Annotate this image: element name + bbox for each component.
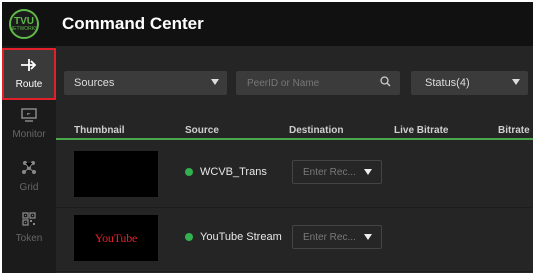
destination-placeholder: Enter Rec...: [303, 166, 356, 178]
source-name: WCVB_Trans: [200, 166, 267, 178]
token-icon: [22, 212, 36, 231]
sidebar-item-route[interactable]: Route: [2, 48, 56, 100]
sidebar-item-label: Route: [15, 79, 43, 90]
app-title: Command Center: [62, 14, 204, 33]
search-box: [236, 71, 400, 95]
sidebar-item-label: Grid: [19, 182, 39, 193]
column-header-source: Source: [185, 125, 219, 136]
table-header: Thumbnail Source Destination Live Bitrat…: [56, 120, 533, 140]
sidebar-item-grid[interactable]: Grid: [2, 150, 56, 202]
status-online-dot: [185, 233, 193, 241]
search-icon[interactable]: [380, 76, 391, 90]
chevron-down-icon: [364, 169, 372, 175]
sources-dropdown[interactable]: Sources: [64, 71, 227, 95]
tvu-logo: TVU NETWORKS: [9, 9, 39, 39]
youtube-logo-text: YouTube: [94, 230, 138, 245]
chevron-down-icon: [364, 234, 372, 240]
top-bar: TVU NETWORKS Command Center: [2, 2, 533, 46]
sidebar-item-token[interactable]: Token: [2, 202, 56, 254]
status-dropdown[interactable]: Status(4): [411, 71, 528, 95]
chevron-down-icon: [512, 79, 520, 85]
status-dropdown-label: Status(4): [425, 77, 470, 89]
status-online-dot: [185, 168, 193, 176]
logo-text: TVU: [14, 15, 34, 27]
column-header-live-bitrate: Live Bitrate: [394, 125, 449, 136]
route-icon: [20, 58, 38, 77]
sidebar-item-label: Monitor: [12, 129, 46, 140]
search-input[interactable]: [237, 72, 372, 94]
logo-subtext: NETWORKS: [9, 25, 39, 32]
column-header-destination: Destination: [289, 125, 344, 136]
sidebar-item-label: Token: [15, 233, 43, 244]
column-header-thumbnail: Thumbnail: [74, 125, 125, 136]
sources-dropdown-label: Sources: [74, 77, 115, 89]
destination-dropdown[interactable]: Enter Rec...: [292, 160, 382, 184]
sidebar-item-monitor[interactable]: Monitor: [2, 98, 56, 150]
source-name: YouTube Stream: [200, 231, 282, 243]
destination-dropdown[interactable]: Enter Rec...: [292, 225, 382, 249]
destination-placeholder: Enter Rec...: [303, 231, 356, 243]
grid-icon: [21, 159, 37, 180]
chevron-down-icon: [211, 79, 219, 85]
monitor-icon: [21, 108, 37, 127]
app-window: TVU NETWORKS Command Center Route Monito…: [2, 2, 533, 273]
source-thumbnail: YouTube: [74, 215, 158, 261]
sidebar: Route Monitor Grid Token: [2, 46, 56, 273]
table-row[interactable]: WCVB_Trans Enter Rec...: [56, 144, 533, 208]
filter-bar: Sources Status(4): [56, 46, 533, 120]
table-row[interactable]: YouTube YouTube Stream Enter Rec...: [56, 208, 533, 272]
column-header-bitrate: Bitrate: [498, 125, 530, 136]
source-thumbnail: [74, 151, 158, 197]
